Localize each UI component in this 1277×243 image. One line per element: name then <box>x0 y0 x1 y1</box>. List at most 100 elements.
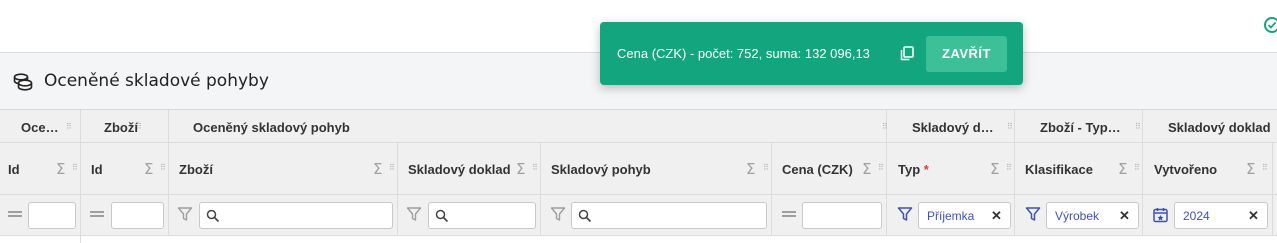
sum-icon[interactable]: Σ <box>1118 160 1127 178</box>
filter-cell-zbozi-id <box>81 195 169 235</box>
filter-input-zbozi[interactable] <box>199 202 393 229</box>
sum-icon[interactable]: Σ <box>1246 160 1255 178</box>
filter-funnel-active-icon[interactable] <box>897 206 913 222</box>
toast-notification: Cena (CZK) - počet: 752, suma: 132 096,1… <box>600 22 1023 85</box>
drag-handle-icon[interactable]: ⠿ <box>532 164 538 176</box>
sum-icon[interactable]: Σ <box>516 160 525 178</box>
drag-handle-icon[interactable]: ⠿ <box>389 164 395 176</box>
sum-icon[interactable]: Σ <box>862 160 871 178</box>
column-header-vytvoreno[interactable]: Vytvořeno Σ ⠿ <box>1143 143 1273 194</box>
column-label: Vytvořeno <box>1154 162 1218 177</box>
filter-input-zbozi-id[interactable] <box>111 202 164 229</box>
sum-icon[interactable]: Σ <box>56 160 65 178</box>
filter-cell-zbozi <box>169 195 398 235</box>
search-icon <box>435 209 449 223</box>
group-header-skladovy-doklad-2[interactable]: Skladový doklad <box>1143 110 1277 142</box>
close-toast-button[interactable]: ZAVŘÍT <box>926 36 1007 72</box>
filter-chip-value: Příjemka <box>927 209 975 223</box>
drag-handle-icon[interactable]: ⠿ <box>1262 164 1268 176</box>
search-icon <box>206 209 220 223</box>
copy-icon[interactable] <box>900 46 914 61</box>
column-label: Zboží <box>179 162 213 177</box>
equals-operator-icon[interactable] <box>90 211 104 217</box>
group-label: Oceněný skladový pohyb <box>193 120 350 135</box>
column-header-skladovy-doklad[interactable]: Skladový doklad Σ ⠿ <box>398 143 541 194</box>
filter-cell-klasifikace: Výrobek ✕ <box>1015 195 1143 235</box>
column-header-zbozi[interactable]: Zboží Σ ⠿ <box>169 143 398 194</box>
filter-funnel-icon[interactable] <box>177 206 193 222</box>
data-grid: Oce… ⠿ Zboží ⠿ Oceněný skladový pohyb ⠿ … <box>0 109 1277 243</box>
group-header-ocenene[interactable]: Oce… ⠿ <box>0 110 81 142</box>
column-label: Klasifikace <box>1025 162 1093 177</box>
sum-icon[interactable]: Σ <box>990 160 999 178</box>
drag-handle-icon[interactable]: ⠿ <box>1007 123 1013 135</box>
column-label: Id <box>91 162 103 177</box>
coins-stack-icon <box>13 73 33 91</box>
filter-funnel-icon[interactable] <box>550 206 566 222</box>
column-header-typ[interactable]: Typ * Σ ⠿ <box>887 143 1015 194</box>
column-header-id[interactable]: Id Σ ⠿ <box>0 143 81 194</box>
group-header-zbozi[interactable]: Zboží ⠿ <box>81 110 169 142</box>
drag-handle-icon[interactable]: ⠿ <box>72 164 78 176</box>
filter-chip-vytvoreno[interactable]: 2024 ✕ <box>1174 202 1268 229</box>
filter-input-skladovy-pohyb[interactable] <box>571 202 767 229</box>
drag-handle-icon[interactable]: ⠿ <box>878 164 884 176</box>
equals-operator-icon[interactable] <box>8 211 22 217</box>
drag-handle-icon[interactable]: ⠿ <box>66 123 72 135</box>
filter-funnel-active-icon[interactable] <box>1025 206 1041 222</box>
required-marker: * <box>923 162 929 177</box>
group-label: Zboží - Typ… <box>1040 120 1121 135</box>
column-label: Skladový pohyb <box>551 162 651 177</box>
filter-cell-cena <box>772 195 887 235</box>
filter-row: Příjemka ✕ Výrobek ✕ 2024 ✕ <box>0 195 1277 236</box>
filter-input-id[interactable] <box>28 202 76 229</box>
search-icon <box>578 209 592 223</box>
group-label: Skladový d… <box>912 120 994 135</box>
filter-chip-typ[interactable]: Příjemka ✕ <box>918 202 1011 229</box>
sum-icon[interactable]: Σ <box>144 160 153 178</box>
group-label: Skladový doklad <box>1168 120 1271 135</box>
filter-cell-skladovy-doklad <box>398 195 541 235</box>
group-header-oceneny-skladovy-pohyb[interactable]: Oceněný skladový pohyb ⠿ <box>169 110 888 142</box>
group-label: Zboží <box>104 120 138 135</box>
column-label: Cena (CZK) <box>782 162 853 177</box>
drag-handle-icon[interactable]: ⠿ <box>160 164 166 176</box>
calendar-icon[interactable] <box>1153 207 1168 223</box>
column-label: Id <box>8 162 20 177</box>
group-header-row: Oce… ⠿ Zboží ⠿ Oceněný skladový pohyb ⠿ … <box>0 110 1277 143</box>
toast-message: Cena (CZK) - počet: 752, suma: 132 096,1… <box>617 46 870 61</box>
sum-icon[interactable]: Σ <box>373 160 382 178</box>
filter-chip-klasifikace[interactable]: Výrobek ✕ <box>1046 202 1139 229</box>
filter-input-skladovy-doklad[interactable] <box>428 202 536 229</box>
filter-cell-typ: Příjemka ✕ <box>887 195 1015 235</box>
page-title: Oceněné skladové pohyby <box>44 71 269 91</box>
group-header-skladovy-doklad-1[interactable]: Skladový d… ⠿ <box>887 110 1015 142</box>
group-label: Oce… <box>21 120 59 135</box>
column-label: Skladový doklad <box>408 162 511 177</box>
column-header-cena[interactable]: Cena (CZK) Σ ⠿ <box>772 143 887 194</box>
filter-chip-value: 2024 <box>1183 209 1210 223</box>
filter-chip-value: Výrobek <box>1055 209 1100 223</box>
column-header-row: Id Σ ⠿ Id Σ ⠿ Zboží Σ ⠿ Skladový doklad … <box>0 143 1277 195</box>
drag-handle-icon[interactable]: ⠿ <box>1135 123 1141 135</box>
column-header-zbozi-id[interactable]: Id Σ ⠿ <box>81 143 169 194</box>
filter-cell-skladovy-pohyb <box>541 195 772 235</box>
drag-handle-icon[interactable]: ⠿ <box>763 164 769 176</box>
filter-funnel-icon[interactable] <box>406 206 422 222</box>
column-header-klasifikace[interactable]: Klasifikace Σ ⠿ <box>1015 143 1143 194</box>
drag-handle-icon[interactable]: ⠿ <box>1134 164 1140 176</box>
sum-icon[interactable]: Σ <box>746 160 755 178</box>
clear-filter-icon[interactable]: ✕ <box>1248 208 1259 224</box>
check-circle-icon[interactable] <box>1264 17 1277 33</box>
drag-handle-icon[interactable]: ⠿ <box>136 123 142 135</box>
column-label: Typ * <box>898 162 929 177</box>
filter-cell-vytvoreno: 2024 ✕ <box>1143 195 1273 235</box>
clear-filter-icon[interactable]: ✕ <box>991 208 1002 224</box>
filter-cell-id <box>0 195 81 235</box>
equals-operator-icon[interactable] <box>782 211 796 217</box>
drag-handle-icon[interactable]: ⠿ <box>1006 164 1012 176</box>
filter-input-cena[interactable] <box>802 202 882 229</box>
group-header-zbozi-typ[interactable]: Zboží - Typ… ⠿ <box>1015 110 1143 142</box>
column-header-skladovy-pohyb[interactable]: Skladový pohyb Σ ⠿ <box>541 143 772 194</box>
clear-filter-icon[interactable]: ✕ <box>1119 208 1130 224</box>
